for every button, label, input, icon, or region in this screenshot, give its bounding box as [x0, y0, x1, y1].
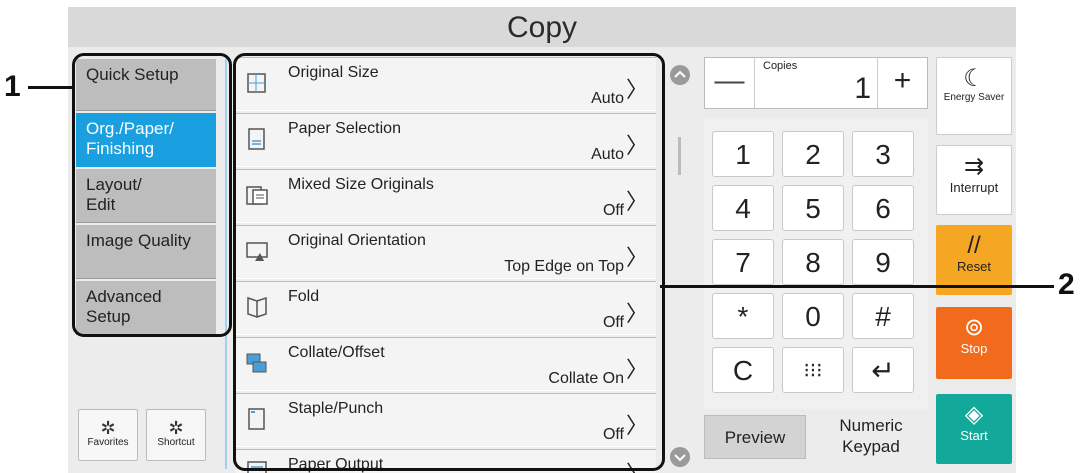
chevron-down-icon — [674, 454, 686, 462]
start-icon: ◈ — [964, 401, 984, 428]
copies-field[interactable]: — Copies 1 + — [704, 57, 928, 109]
callout-line-1 — [28, 86, 74, 89]
energy-saver-label: Energy Saver — [943, 92, 1005, 103]
key-asterisk[interactable]: * — [712, 293, 774, 339]
key-8[interactable]: 8 — [782, 239, 844, 285]
key-1[interactable]: 1 — [712, 131, 774, 177]
shortcut-label: Shortcut — [157, 437, 195, 448]
title-bar: Copy — [68, 7, 1016, 47]
key-hash[interactable]: # — [852, 293, 914, 339]
key-enter[interactable]: ↵ — [852, 347, 914, 393]
start-label: Start — [960, 428, 988, 443]
callout-box-2 — [233, 53, 665, 471]
copies-increment-button[interactable]: + — [877, 58, 927, 108]
scrollbar-thumb[interactable] — [678, 137, 681, 175]
copies-value: 1 — [854, 72, 871, 105]
gear-icon: ✲ — [100, 418, 116, 438]
start-button[interactable]: ◈ Start — [936, 394, 1012, 464]
key-0[interactable]: 0 — [782, 293, 844, 339]
key-4[interactable]: 4 — [712, 185, 774, 231]
numeric-keypad-button[interactable]: Numeric Keypad — [810, 415, 932, 465]
stop-button[interactable]: ⊚ Stop — [936, 307, 1012, 379]
shortcut-button[interactable]: ✲ Shortcut — [146, 409, 206, 461]
page-title: Copy — [506, 11, 578, 44]
interrupt-label: Interrupt — [949, 180, 999, 195]
key-3[interactable]: 3 — [852, 131, 914, 177]
moon-icon: ☾ — [963, 65, 985, 92]
key-6[interactable]: 6 — [852, 185, 914, 231]
callout-number-1: 1 — [4, 70, 21, 103]
preview-button[interactable]: Preview — [704, 415, 806, 459]
interrupt-button[interactable]: ⇉ Interrupt — [936, 145, 1012, 215]
key-2[interactable]: 2 — [782, 131, 844, 177]
stop-icon: ⊚ — [963, 314, 985, 341]
stop-label: Stop — [960, 341, 988, 356]
favorites-label: Favorites — [87, 437, 129, 448]
gear-icon: ✲ — [168, 418, 184, 438]
key-5[interactable]: 5 — [782, 185, 844, 231]
interrupt-icon: ⇉ — [963, 153, 985, 180]
key-9[interactable]: 9 — [852, 239, 914, 285]
numeric-keypad: 1 2 3 4 5 6 7 8 9 * 0 # C ⁝⁝⁝ ↵ — [704, 119, 928, 409]
callout-line-2 — [660, 285, 1054, 288]
reset-icon: // — [967, 232, 981, 259]
reset-label: Reset — [957, 259, 991, 274]
key-clear[interactable]: C — [712, 347, 774, 393]
scroll-down-button[interactable] — [670, 447, 690, 467]
scroll-up-button[interactable] — [670, 65, 690, 85]
copies-label: Copies — [763, 60, 798, 72]
favorites-button[interactable]: ✲ Favorites — [78, 409, 138, 461]
key-7[interactable]: 7 — [712, 239, 774, 285]
chevron-up-icon — [674, 70, 686, 78]
callout-number-2: 2 — [1058, 268, 1075, 301]
callout-box-1 — [72, 53, 232, 337]
energy-saver-button[interactable]: ☾ Energy Saver — [936, 57, 1012, 135]
copies-decrement-button[interactable]: — — [705, 58, 755, 108]
key-numeric-entry[interactable]: ⁝⁝⁝ — [782, 347, 844, 393]
